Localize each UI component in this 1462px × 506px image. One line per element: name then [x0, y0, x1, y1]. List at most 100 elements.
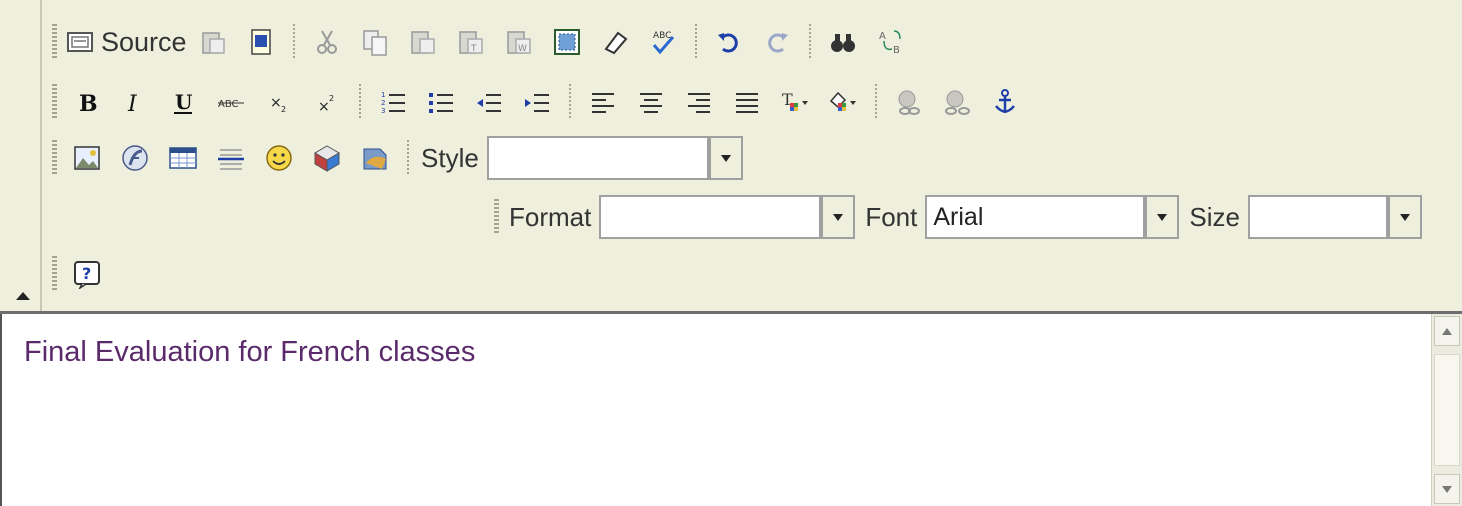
undo-button[interactable]	[707, 19, 751, 65]
align-center-button[interactable]	[629, 79, 673, 125]
unordered-list-icon	[429, 93, 453, 113]
justify-button[interactable]	[725, 79, 769, 125]
ordered-list-icon: 1 2 3	[381, 91, 405, 115]
ordered-list-button[interactable]: 1 2 3	[371, 79, 415, 125]
remove-format-button[interactable]	[593, 19, 637, 65]
format-dropdown-arrow[interactable]	[821, 195, 856, 239]
copy-button[interactable]	[353, 19, 397, 65]
paste-button[interactable]	[191, 19, 235, 65]
special-char-button[interactable]	[305, 135, 349, 181]
svg-text:2: 2	[281, 105, 286, 114]
underline-button[interactable]: U	[161, 79, 205, 125]
table-button[interactable]	[161, 135, 205, 181]
chevron-down-icon	[720, 154, 731, 162]
flash-button[interactable]	[113, 135, 157, 181]
indent-button[interactable]	[515, 79, 559, 125]
scroll-down-button[interactable]	[1434, 474, 1460, 504]
smiley-button[interactable]	[257, 135, 301, 181]
help-button[interactable]: ?	[65, 251, 109, 297]
toolbar-grip[interactable]	[52, 24, 57, 60]
source-label: Source	[101, 26, 187, 57]
bold-button[interactable]: B	[65, 79, 109, 125]
rich-text-editor: Source T W ABC A B B I U ABC × 2 × 2 1 2…	[0, 0, 1462, 506]
help-icon: ?	[74, 261, 100, 289]
find-button[interactable]	[821, 19, 865, 65]
collapse-arrow-icon[interactable]	[16, 292, 30, 300]
replace-button[interactable]: A B	[869, 19, 913, 65]
arrow-up-icon	[1442, 327, 1452, 335]
paste-from-word-button[interactable]: W	[497, 19, 541, 65]
paste-word-button[interactable]	[239, 19, 283, 65]
toolbar-separator	[808, 24, 811, 60]
align-left-icon	[592, 93, 614, 113]
toolbar-grip[interactable]	[52, 140, 57, 176]
font-dropdown[interactable]: Arial	[925, 195, 1180, 239]
size-dropdown-arrow[interactable]	[1387, 195, 1422, 239]
svg-text:T: T	[470, 44, 477, 54]
toolbar-row-1: Source T W ABC A B	[48, 14, 1460, 70]
toolbar-grip[interactable]	[52, 256, 57, 292]
arrow-down-icon	[1442, 485, 1452, 493]
toolbar-row-3: Style	[48, 130, 848, 186]
size-label: Size	[1189, 201, 1240, 232]
size-dropdown[interactable]	[1247, 195, 1422, 239]
anchor-button[interactable]	[983, 79, 1027, 125]
paste-icon	[201, 32, 225, 54]
scroll-thumb[interactable]	[1434, 354, 1460, 466]
link-button[interactable]	[887, 79, 931, 125]
toolbar-grip[interactable]	[52, 84, 57, 120]
font-dropdown-value: Arial	[933, 202, 984, 231]
toolbar-row-5: ?	[48, 250, 118, 298]
toolbar-grip[interactable]	[494, 199, 499, 235]
page-break-button[interactable]	[353, 135, 397, 181]
cut-button[interactable]	[305, 19, 349, 65]
svg-text:ABC: ABC	[653, 31, 671, 41]
subscript-icon: × 2	[270, 95, 286, 114]
align-center-icon	[640, 93, 662, 113]
chevron-down-icon	[833, 213, 844, 221]
horizontal-rule-button[interactable]	[209, 135, 253, 181]
toolbar-collapser[interactable]	[0, 0, 42, 311]
format-dropdown[interactable]	[599, 195, 856, 239]
replace-icon: A B	[879, 30, 901, 56]
paste-word-icon	[250, 29, 271, 55]
outdent-button[interactable]	[467, 79, 511, 125]
select-all-button[interactable]	[545, 19, 589, 65]
paste-plain-button[interactable]: T	[449, 19, 493, 65]
italic-button[interactable]: I	[113, 79, 157, 125]
editor-text[interactable]: Final Evaluation for French classes	[24, 336, 475, 369]
text-color-button[interactable]: T	[773, 79, 817, 125]
strikethrough-button[interactable]: ABC	[209, 79, 253, 125]
paste-text-icon	[410, 31, 435, 54]
style-dropdown[interactable]	[486, 136, 743, 180]
unlink-icon	[945, 90, 970, 115]
font-dropdown-arrow[interactable]	[1145, 195, 1180, 239]
unordered-list-button[interactable]	[419, 79, 463, 125]
svg-text:?: ?	[82, 264, 91, 283]
subscript-button[interactable]: × 2	[257, 79, 301, 125]
editor-content[interactable]: Final Evaluation for French classes	[0, 314, 1462, 506]
scroll-up-button[interactable]	[1434, 316, 1460, 346]
svg-text:W: W	[518, 44, 527, 54]
toolbar-separator	[694, 24, 697, 60]
vertical-scrollbar[interactable]	[1431, 314, 1462, 506]
toolbar-row-2: B I U ABC × 2 × 2 1 2 3 T	[48, 74, 1313, 130]
source-icon	[67, 32, 93, 52]
align-right-button[interactable]	[677, 79, 721, 125]
paste-text-button[interactable]	[401, 19, 445, 65]
source-button[interactable]: Source	[65, 19, 187, 65]
toolbar-separator	[875, 84, 877, 120]
superscript-button[interactable]: × 2	[305, 79, 349, 125]
spellcheck-icon: ABC	[652, 31, 674, 55]
find-icon	[830, 34, 855, 52]
unlink-button[interactable]	[935, 79, 979, 125]
background-color-button[interactable]	[821, 79, 865, 125]
undo-icon	[717, 33, 738, 53]
spellcheck-button[interactable]: ABC	[641, 19, 685, 65]
style-dropdown-arrow[interactable]	[708, 136, 743, 180]
select-all-icon	[553, 29, 580, 55]
format-label: Format	[509, 201, 592, 232]
redo-button[interactable]	[755, 19, 799, 65]
image-button[interactable]	[65, 135, 109, 181]
align-left-button[interactable]	[581, 79, 625, 125]
